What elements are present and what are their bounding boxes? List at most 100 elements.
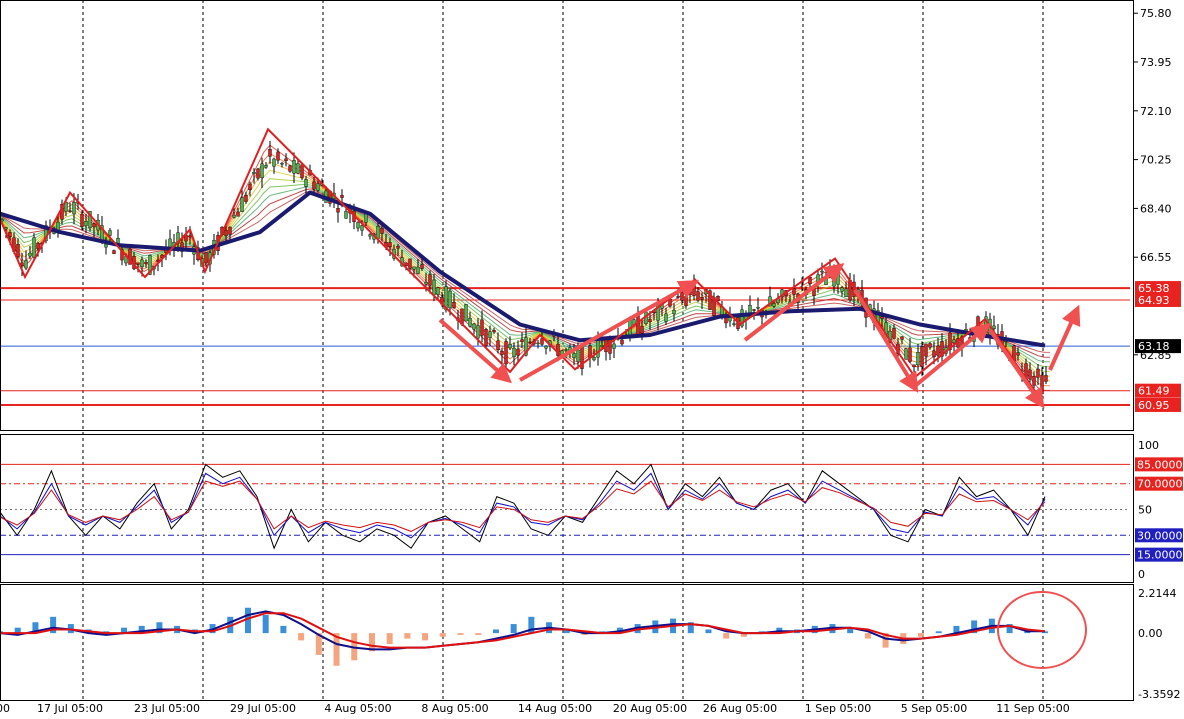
candle-bear xyxy=(588,345,592,358)
x-tick-label: 11 Sep 05:00 xyxy=(996,702,1069,715)
candle-bear xyxy=(420,264,424,269)
candle-bull xyxy=(140,259,144,267)
zigzag-line xyxy=(0,127,1041,399)
candle-bull xyxy=(24,260,28,269)
macd-histogram-bar xyxy=(864,633,871,639)
current-price-label: 63.18 xyxy=(1138,340,1170,353)
candle-bear xyxy=(256,168,260,179)
osc-series-line xyxy=(0,472,1046,539)
candle-bear xyxy=(428,274,432,286)
candle-bear xyxy=(648,319,652,323)
candle-bull xyxy=(544,345,548,349)
price-chart[interactable]: 17 Jul 05:00 23 Jul 05:00 29 Jul 05:00 4 Au… xyxy=(0,0,1184,719)
candle-bear xyxy=(404,262,408,266)
candle-bull xyxy=(448,290,452,309)
candle-bull xyxy=(296,163,300,174)
y-tick-label: 70.25 xyxy=(1140,154,1172,167)
candle-bull xyxy=(292,160,296,174)
candle-bear xyxy=(1028,369,1032,380)
candle-bull xyxy=(240,197,244,212)
candle-bear xyxy=(484,329,488,346)
candle-bear xyxy=(920,346,924,368)
candle-bull xyxy=(264,165,268,168)
macd-histogram-bar xyxy=(475,633,482,635)
candle-bear xyxy=(68,210,72,212)
candle-bear xyxy=(36,243,40,249)
candle-bull xyxy=(672,309,676,315)
candle-bear xyxy=(396,245,400,249)
candle-bear xyxy=(500,350,504,355)
candle-bear xyxy=(900,336,904,340)
candle-bull xyxy=(32,237,36,258)
candle-bull xyxy=(732,323,736,325)
candle-bear xyxy=(1032,376,1036,386)
candle-bull xyxy=(72,201,76,215)
candle-bull xyxy=(664,313,668,322)
macd-histogram-bar xyxy=(404,633,411,639)
candle-bull xyxy=(844,288,848,297)
candle-bear xyxy=(268,148,272,157)
y-tick-label: 72.10 xyxy=(1140,105,1172,118)
candle-bear xyxy=(880,316,884,319)
candle-bear xyxy=(80,213,84,227)
macd-histogram-bar xyxy=(439,633,446,637)
candle-bull xyxy=(564,349,568,351)
candle-bear xyxy=(204,252,208,264)
candle-bear xyxy=(680,291,684,301)
candle-bull xyxy=(512,348,516,357)
candle-bear xyxy=(236,211,240,217)
candle-bear xyxy=(636,314,640,337)
level-tag-label: 64.93 xyxy=(1138,294,1170,307)
osc-y-tick-label: 50 xyxy=(1138,504,1152,517)
candle-bear xyxy=(892,328,896,339)
y-tick-label: 73.95 xyxy=(1140,56,1172,69)
y-tick-label: 75.80 xyxy=(1140,7,1172,20)
candle-bear xyxy=(380,228,384,234)
candle-bull xyxy=(536,342,540,345)
candle-bull xyxy=(432,279,436,296)
candle-bear xyxy=(792,288,796,295)
macd-histogram-bar xyxy=(262,615,269,634)
candle-bear xyxy=(144,261,148,265)
candle-bull xyxy=(508,344,512,349)
level-tag-label: 61.49 xyxy=(1138,385,1170,398)
candle-bull xyxy=(280,162,284,165)
candle-bull xyxy=(612,343,616,349)
osc-level-label: 15.0000 xyxy=(1137,549,1183,562)
panel-frame xyxy=(0,584,1134,701)
candle-bull xyxy=(316,183,320,191)
chart-window[interactable]: 17 Jul 05:00 23 Jul 05:00 29 Jul 05:00 4 Au… xyxy=(0,0,1184,719)
y-tick-label: 68.40 xyxy=(1140,202,1172,215)
candle-bear xyxy=(700,297,704,300)
candle-bull xyxy=(436,287,440,295)
macd-histogram-bar xyxy=(492,629,499,634)
macd-histogram-bar xyxy=(457,633,464,635)
candle-bear xyxy=(528,341,532,344)
candle-bull xyxy=(464,304,468,322)
candle-bear xyxy=(8,232,12,237)
x-tick-label: 8 Aug 05:00 xyxy=(421,702,488,715)
osc-level-label: 70.0000 xyxy=(1137,478,1183,491)
candle-bear xyxy=(136,262,140,265)
candle-bear xyxy=(276,151,280,161)
zigzag-indicator xyxy=(0,127,1041,399)
candle-bear xyxy=(516,348,520,356)
candle-bull xyxy=(416,266,420,274)
level-tag-label: 60.95 xyxy=(1138,399,1170,412)
macd-y-tick-label: 0.00 xyxy=(1138,627,1163,640)
candle-bear xyxy=(1036,368,1040,378)
candle-bear xyxy=(480,319,484,336)
candle-bear xyxy=(284,158,288,162)
x-tick-label: 1 Sep 05:00 xyxy=(805,702,871,715)
candle-bear xyxy=(504,341,508,365)
candle-bear xyxy=(924,343,928,357)
candle-bear xyxy=(228,226,232,235)
trend-arrow xyxy=(1048,304,1081,371)
macd-histogram-bar xyxy=(386,633,393,645)
candle-bull xyxy=(104,243,108,248)
candle-bull xyxy=(344,211,348,219)
candle-bull xyxy=(468,317,472,327)
osc-level-label: 30.0000 xyxy=(1137,529,1183,542)
candle-bull xyxy=(832,272,836,287)
macd-histogram-bar xyxy=(510,624,517,634)
